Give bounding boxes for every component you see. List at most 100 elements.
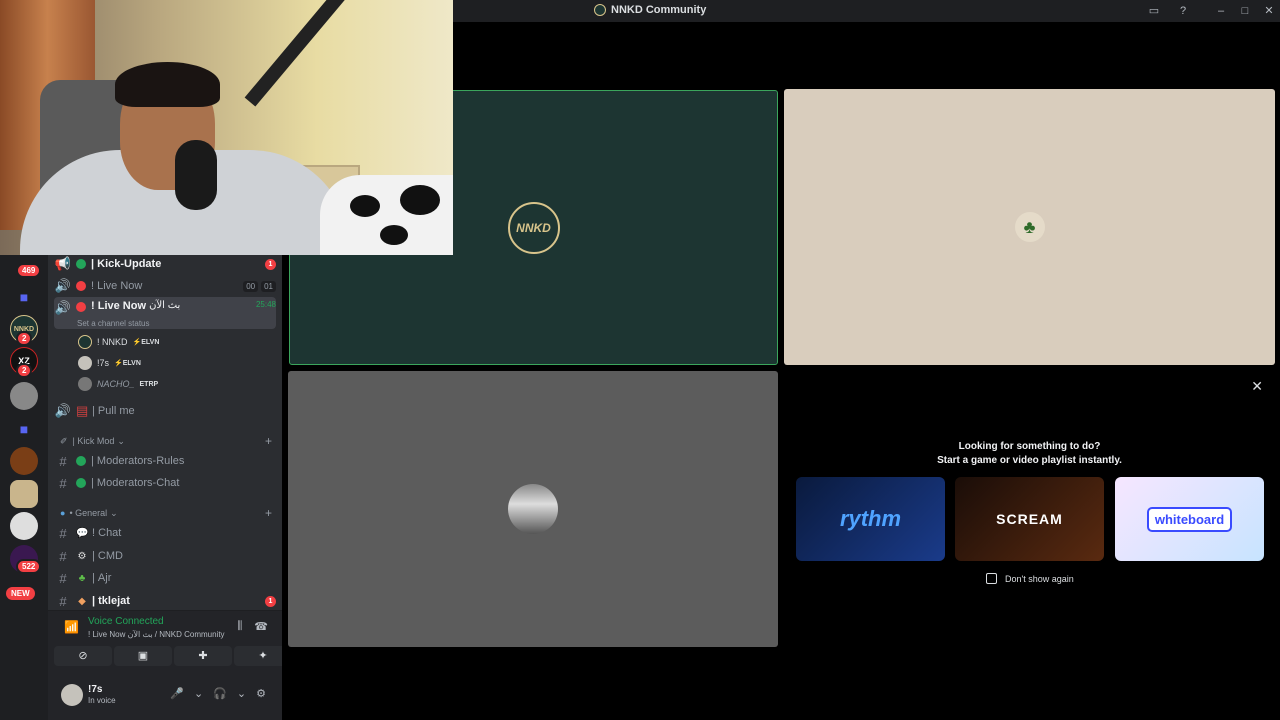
dont-show-again[interactable]: Don't show again xyxy=(986,573,1074,584)
count-box: 01 xyxy=(261,280,276,292)
speech-bubble-icon: 💬 xyxy=(76,527,89,539)
server-rail: 469 ■ NNKD 2 XZ 2 ■ 522 NEW xyxy=(0,255,48,720)
channel-live-now[interactable]: 🔊 ! Live Now 00 01 xyxy=(54,275,276,297)
channel-name: Moderators-Chat xyxy=(96,477,180,489)
palm-tree-avatar: ♣ xyxy=(1014,212,1045,242)
wand-icon: ✐ xyxy=(60,435,68,446)
channel-kick-update[interactable]: 📢 | Kick-Update 1 xyxy=(54,253,276,275)
nnkd-logo: NNKD xyxy=(507,201,560,254)
disconnect-icon[interactable]: ☎ xyxy=(254,620,268,633)
inbox-icon[interactable]: ▭ xyxy=(1146,3,1162,19)
help-icon[interactable]: ? xyxy=(1175,3,1191,19)
user-controls: 🎤 ⌄ 🎧 ⌄ ⚙ xyxy=(170,687,266,700)
dont-show-label: Don't show again xyxy=(1005,573,1074,584)
voice-user[interactable]: NACHO_ ETRP xyxy=(78,375,158,393)
avatar[interactable] xyxy=(61,684,83,706)
mic-arm xyxy=(244,0,397,107)
status-dot xyxy=(76,302,86,312)
voice-user[interactable]: ! NNKD ⚡ELVN xyxy=(78,333,159,351)
channel-cmd[interactable]: # ⚙ | CMD xyxy=(54,545,276,567)
chevron-down-icon[interactable]: ⌄ xyxy=(237,687,246,700)
channel-prefix: ! xyxy=(92,527,96,539)
server-building[interactable] xyxy=(10,480,38,508)
card-label: whiteboard xyxy=(1146,506,1233,532)
channel-moderators-chat[interactable]: # | Moderators-Chat xyxy=(54,472,276,494)
activity-card-rythm[interactable]: rythm xyxy=(796,477,945,561)
speaker-icon: 🔊 xyxy=(54,278,72,293)
channel-name: Chat xyxy=(98,527,122,539)
voice-location[interactable]: ! Live Now بث الآن / NNKD Community xyxy=(88,630,225,639)
channel-name: CMD xyxy=(97,550,123,562)
channel-name: Live Now xyxy=(97,300,147,312)
status-dot xyxy=(76,259,86,269)
screen-share-button[interactable]: ▣ xyxy=(114,646,172,666)
camera-off-button[interactable]: ⊘ xyxy=(54,646,112,666)
category-general[interactable]: ● • General ⌄ + xyxy=(60,505,272,521)
chevron-down-icon: ⌄ xyxy=(117,435,125,446)
participant-avatar xyxy=(508,484,558,534)
announcement-icon: 📢 xyxy=(54,256,72,271)
signal-icon[interactable]: 📶 xyxy=(64,620,79,634)
blanket-spot xyxy=(400,185,440,215)
voice-user[interactable]: !7s ⚡ELVN xyxy=(78,354,141,372)
channel-prefix: | xyxy=(92,550,95,562)
channel-ajr[interactable]: # ♣ | Ajr xyxy=(54,567,276,589)
close-icon[interactable]: ✕ xyxy=(1251,378,1263,395)
participant-tile-palm[interactable]: ♣ xyxy=(784,89,1275,365)
headphones-icon[interactable]: 🎧 xyxy=(213,687,227,700)
category-kick-mod[interactable]: ✐ | Kick Mod ⌄ + xyxy=(60,433,272,449)
nnkd-logo-text: NNKD xyxy=(516,220,551,235)
voice-status[interactable]: Voice Connected xyxy=(88,616,164,627)
count-box: 00 xyxy=(243,280,259,292)
participant-tile-grey[interactable] xyxy=(288,371,778,647)
rail-badge: 2 xyxy=(16,363,33,378)
channel-pull-me[interactable]: 🔊 ▤ | Pull me xyxy=(54,400,276,422)
channel-status[interactable]: Set a channel status xyxy=(77,319,150,328)
maximize-icon[interactable]: □ xyxy=(1237,3,1253,19)
activity-button[interactable]: ✚ xyxy=(174,646,232,666)
voice-user-name: ! NNKD xyxy=(97,337,128,347)
hash-icon: # xyxy=(59,593,67,609)
folder-icon[interactable]: ■ xyxy=(10,283,38,311)
add-channel-icon[interactable]: + xyxy=(265,506,272,520)
activity-card-whiteboard[interactable]: whiteboard xyxy=(1115,477,1264,561)
speaker-icon: 🔊 xyxy=(54,300,72,315)
activity-subtitle: Start a game or video playlist instantly… xyxy=(937,455,1122,466)
channel-prefix: ! xyxy=(91,300,95,312)
channel-tklejat[interactable]: # ◆ | tklejat 1 xyxy=(54,590,276,612)
server-bear[interactable] xyxy=(10,447,38,475)
blanket-spot xyxy=(350,195,380,217)
minimize-icon[interactable]: – xyxy=(1213,3,1229,19)
add-channel-icon[interactable]: + xyxy=(265,434,272,448)
checkbox[interactable] xyxy=(986,573,997,584)
username[interactable]: !7s xyxy=(88,684,102,695)
channel-name: tklejat xyxy=(98,595,130,607)
channel-chat[interactable]: # 💬 ! Chat xyxy=(54,522,276,544)
close-window-icon[interactable]: ✕ xyxy=(1261,3,1277,19)
chevron-down-icon[interactable]: ⌄ xyxy=(194,687,203,700)
folder-icon[interactable]: ■ xyxy=(10,415,38,443)
microphone xyxy=(175,140,217,210)
plant-icon: ♣ xyxy=(78,572,86,584)
user-panel: !7s In voice 🎤 ⌄ 🎧 ⌄ ⚙ xyxy=(48,672,282,720)
webcam-overlay xyxy=(0,0,453,255)
voice-tools: ⫼ ☎ xyxy=(237,620,268,633)
category-label: • General xyxy=(69,508,108,518)
clan-tag: ⚡ELVN xyxy=(114,360,141,367)
card-label: SCREAM xyxy=(996,511,1063,527)
server-robot[interactable] xyxy=(10,512,38,540)
settings-gear-icon[interactable]: ⚙ xyxy=(256,687,266,700)
server-avatar[interactable] xyxy=(10,382,38,410)
noise-suppression-icon[interactable]: ⫼ xyxy=(237,620,242,633)
activity-card-scream[interactable]: SCREAM xyxy=(955,477,1104,561)
microphone-icon[interactable]: 🎤 xyxy=(170,687,184,700)
channel-moderators-rules[interactable]: # | Moderators-Rules xyxy=(54,450,276,472)
gear-icon: ⚙ xyxy=(77,550,87,562)
channel-prefix: | xyxy=(92,572,95,584)
channel-name: Ajr xyxy=(97,572,112,584)
channel-prefix: | xyxy=(92,595,96,607)
hash-icon: # xyxy=(59,525,67,541)
window-title-text: NNKD Community xyxy=(611,4,707,16)
unread-badge: 1 xyxy=(265,595,276,607)
rail-badge: 522 xyxy=(16,559,42,574)
